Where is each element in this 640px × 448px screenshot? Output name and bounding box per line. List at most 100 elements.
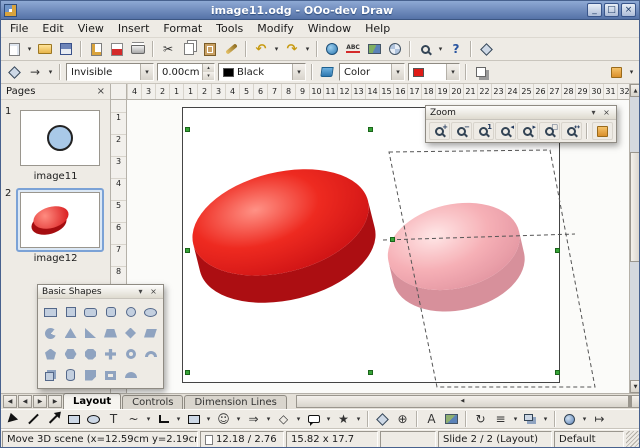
copy-icon[interactable] <box>179 39 199 59</box>
line-width-stepper[interactable]: ▴ ▾ <box>202 64 214 80</box>
shape-block-arc-icon[interactable] <box>141 344 160 364</box>
menu-item[interactable]: Tools <box>209 20 250 37</box>
stars-tool-icon[interactable]: ★ <box>334 410 353 428</box>
scrollbar-track[interactable] <box>630 97 640 380</box>
chevron-down-icon[interactable]: ▾ <box>446 64 459 80</box>
scroll-right-icon[interactable]: ▶ <box>631 395 640 408</box>
rectangle-tool-icon[interactable] <box>64 410 83 428</box>
curve-tool-icon[interactable]: ~ <box>124 410 143 428</box>
shadow-icon[interactable] <box>471 62 491 82</box>
shape-square-icon[interactable] <box>61 302 80 322</box>
chevron-down-icon[interactable]: ▾ <box>303 39 312 59</box>
status-slide[interactable]: Slide 2 / 2 (Layout) <box>438 431 552 448</box>
selection-handle[interactable] <box>185 127 190 132</box>
line-arrow-tool-icon[interactable] <box>44 410 63 428</box>
shape-trapezoid-icon[interactable] <box>101 323 120 343</box>
flowchart-tool-icon[interactable]: ◇ <box>274 410 293 428</box>
menu-item[interactable]: File <box>3 20 35 37</box>
chevron-down-icon[interactable]: ▾ <box>580 409 589 429</box>
chevron-down-icon[interactable]: ▾ <box>324 409 333 429</box>
shape-octagon-icon[interactable] <box>81 344 100 364</box>
chevron-down-icon[interactable]: ▾ <box>354 409 363 429</box>
scrollbar-thumb[interactable] <box>630 396 632 407</box>
shape-rounded-square-icon[interactable] <box>101 302 120 322</box>
alignment-icon[interactable]: ≡ <box>491 410 510 428</box>
text-tool-icon[interactable]: T <box>104 410 123 428</box>
symbol-shapes-tool-icon[interactable]: ☺ <box>214 410 233 428</box>
tab-dimension-lines[interactable]: Dimension Lines <box>184 395 286 409</box>
chevron-down-icon[interactable]: ▾ <box>135 287 146 296</box>
shape-rounded-rectangle-icon[interactable] <box>81 302 100 322</box>
first-tab-icon[interactable]: ◀ <box>3 395 17 408</box>
menu-item[interactable]: Edit <box>35 20 70 37</box>
interaction-icon[interactable]: ↦ <box>590 410 609 428</box>
selection-handle[interactable] <box>185 248 190 253</box>
zoom-page-icon[interactable]: □ <box>539 122 560 140</box>
scroll-left-icon[interactable]: ◀ <box>296 395 629 408</box>
last-tab-icon[interactable]: ▶ <box>48 395 62 408</box>
chevron-down-icon[interactable]: ▾ <box>294 409 303 429</box>
tab-controls[interactable]: Controls <box>122 395 183 409</box>
shape-isosceles-triangle-icon[interactable] <box>61 323 80 343</box>
zoom-previous-icon[interactable]: ◂ <box>495 122 516 140</box>
close-icon[interactable]: × <box>97 86 105 97</box>
selection-handle[interactable] <box>555 370 560 375</box>
edit-points-tool-icon[interactable] <box>373 410 392 428</box>
zoom-palette[interactable]: Zoom ▾ × + − 1 ◂ ▸ □ ↔ <box>425 105 617 143</box>
chevron-down-icon[interactable]: ▾ <box>391 64 404 80</box>
cut-icon[interactable]: ✂ <box>158 39 178 59</box>
print-icon[interactable] <box>128 39 148 59</box>
minimize-button[interactable]: _ <box>587 3 602 17</box>
chevron-down-icon[interactable]: ▾ <box>627 62 636 82</box>
edit-points-icon[interactable] <box>4 62 24 82</box>
spellcheck-icon[interactable]: ABC <box>343 39 363 59</box>
shape-circle-pie-icon[interactable] <box>41 323 60 343</box>
horizontal-ruler[interactable]: 4321123456789101112131415161718192021222… <box>127 84 629 100</box>
shape-frame-icon[interactable] <box>101 365 120 385</box>
3d-objects-icon[interactable] <box>560 410 579 428</box>
basic-shapes-tool-icon[interactable] <box>184 410 203 428</box>
navigator-icon[interactable] <box>385 39 405 59</box>
format-paintbrush-icon[interactable] <box>221 39 241 59</box>
chevron-down-icon[interactable]: ▾ <box>264 409 273 429</box>
selection-handle[interactable] <box>368 127 373 132</box>
menu-item[interactable]: Help <box>358 20 397 37</box>
extrusion-icon[interactable] <box>606 62 626 82</box>
next-tab-icon[interactable]: ▶ <box>33 395 47 408</box>
3d-scene[interactable] <box>127 100 629 393</box>
glue-points-tool-icon[interactable]: ⊕ <box>393 410 412 428</box>
scroll-up-icon[interactable]: ▲ <box>630 84 640 97</box>
fill-type-select[interactable]: Color ▾ <box>339 63 405 81</box>
scrollbar-thumb[interactable] <box>630 152 640 262</box>
maximize-button[interactable]: □ <box>604 3 619 17</box>
fill-color-select[interactable]: ▾ <box>408 63 460 81</box>
new-document-icon[interactable] <box>4 39 24 59</box>
menu-item[interactable]: Format <box>156 20 209 37</box>
hyperlink-icon[interactable] <box>322 39 342 59</box>
paste-icon[interactable] <box>200 39 220 59</box>
undo-icon[interactable]: ↶ <box>251 39 271 59</box>
line-tool-icon[interactable] <box>24 410 43 428</box>
page-thumbnail-2[interactable] <box>16 188 104 252</box>
resize-grip[interactable] <box>626 431 640 448</box>
shape-folded-corner-icon[interactable] <box>81 365 100 385</box>
status-style[interactable]: Default <box>554 431 624 448</box>
edit-file-icon[interactable] <box>86 39 106 59</box>
drawing-canvas[interactable] <box>127 100 629 393</box>
shape-cube-icon[interactable] <box>41 365 60 385</box>
zoom-in-icon[interactable]: + <box>429 122 450 140</box>
red-disc[interactable] <box>181 152 387 320</box>
wireframe-handle[interactable] <box>390 237 395 242</box>
chevron-down-icon[interactable]: ▾ <box>204 409 213 429</box>
menu-item[interactable]: Insert <box>111 20 157 37</box>
zoom-palette-titlebar[interactable]: Zoom ▾ × <box>426 106 616 120</box>
block-arrows-tool-icon[interactable]: ⇒ <box>244 410 263 428</box>
close-button[interactable]: × <box>621 3 636 17</box>
help-icon[interactable]: ? <box>446 39 466 59</box>
selection-handle[interactable] <box>368 370 373 375</box>
close-icon[interactable]: × <box>148 287 159 296</box>
vertical-scrollbar[interactable]: ▲ ▼ <box>629 84 640 393</box>
shape-pentagon-icon[interactable] <box>41 344 60 364</box>
previous-tab-icon[interactable]: ◀ <box>18 395 32 408</box>
shape-ring-icon[interactable] <box>121 344 140 364</box>
